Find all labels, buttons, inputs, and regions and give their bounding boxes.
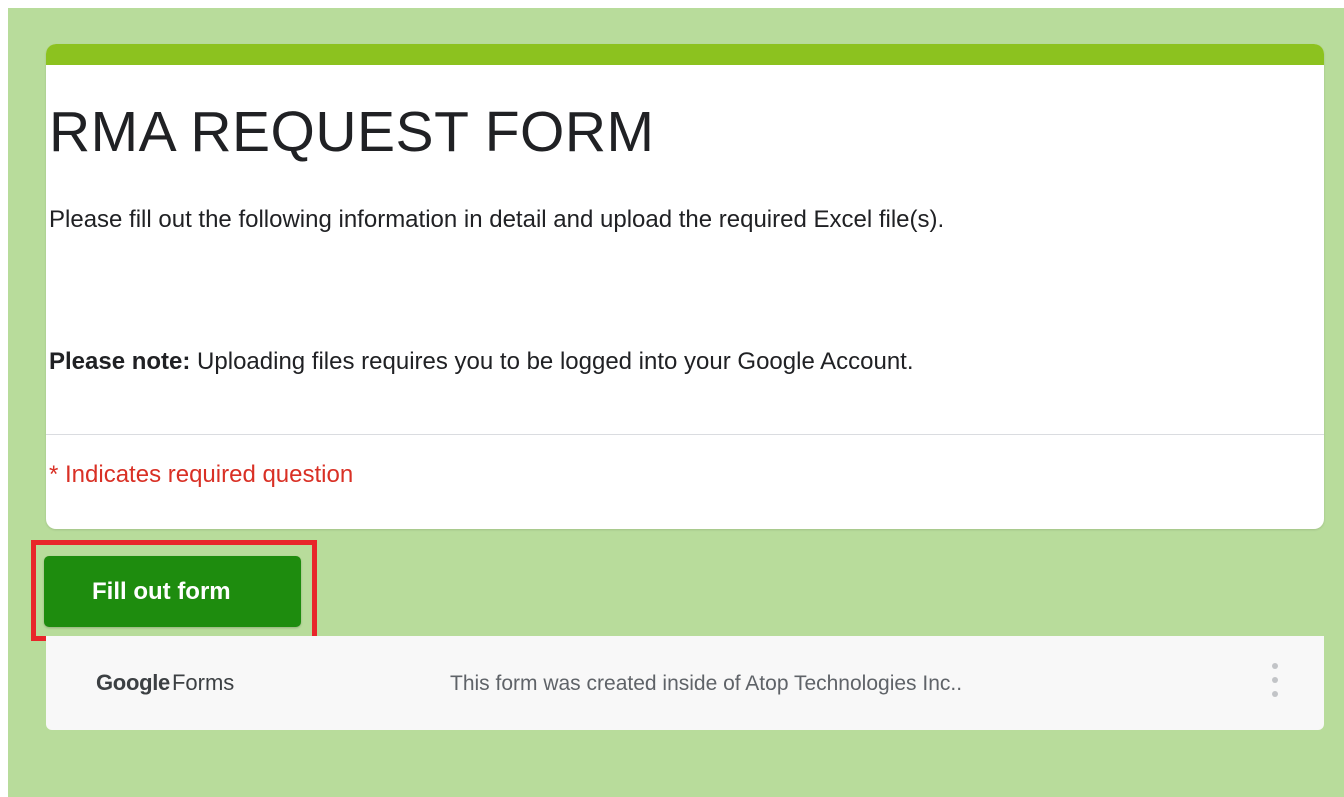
card-divider (46, 434, 1324, 435)
fill-out-form-button[interactable]: Fill out form (44, 556, 301, 627)
form-note-text: Uploading files requires you to be logge… (190, 348, 914, 375)
form-title: RMA REQUEST FORM (49, 100, 655, 164)
more-icon-dot (1272, 691, 1278, 697)
form-creator-text: This form was created inside of Atop Tec… (450, 672, 963, 695)
google-logo-product: Forms (171, 670, 235, 695)
more-icon-dot (1272, 677, 1278, 683)
more-icon-dot (1272, 663, 1278, 669)
card-accent-bar (46, 44, 1324, 65)
google-logo-brand: Google (96, 670, 170, 695)
more-vertical-icon[interactable] (1263, 661, 1287, 701)
google-forms-logo[interactable]: GoogleForms (96, 668, 234, 698)
form-note: Please note: Uploading files requires yo… (49, 346, 914, 378)
form-description: Please fill out the following informatio… (49, 206, 945, 233)
form-note-label: Please note: (49, 348, 191, 375)
form-footer: GoogleForms This form was created inside… (46, 636, 1324, 730)
required-question-note: * Indicates required question (49, 461, 354, 488)
